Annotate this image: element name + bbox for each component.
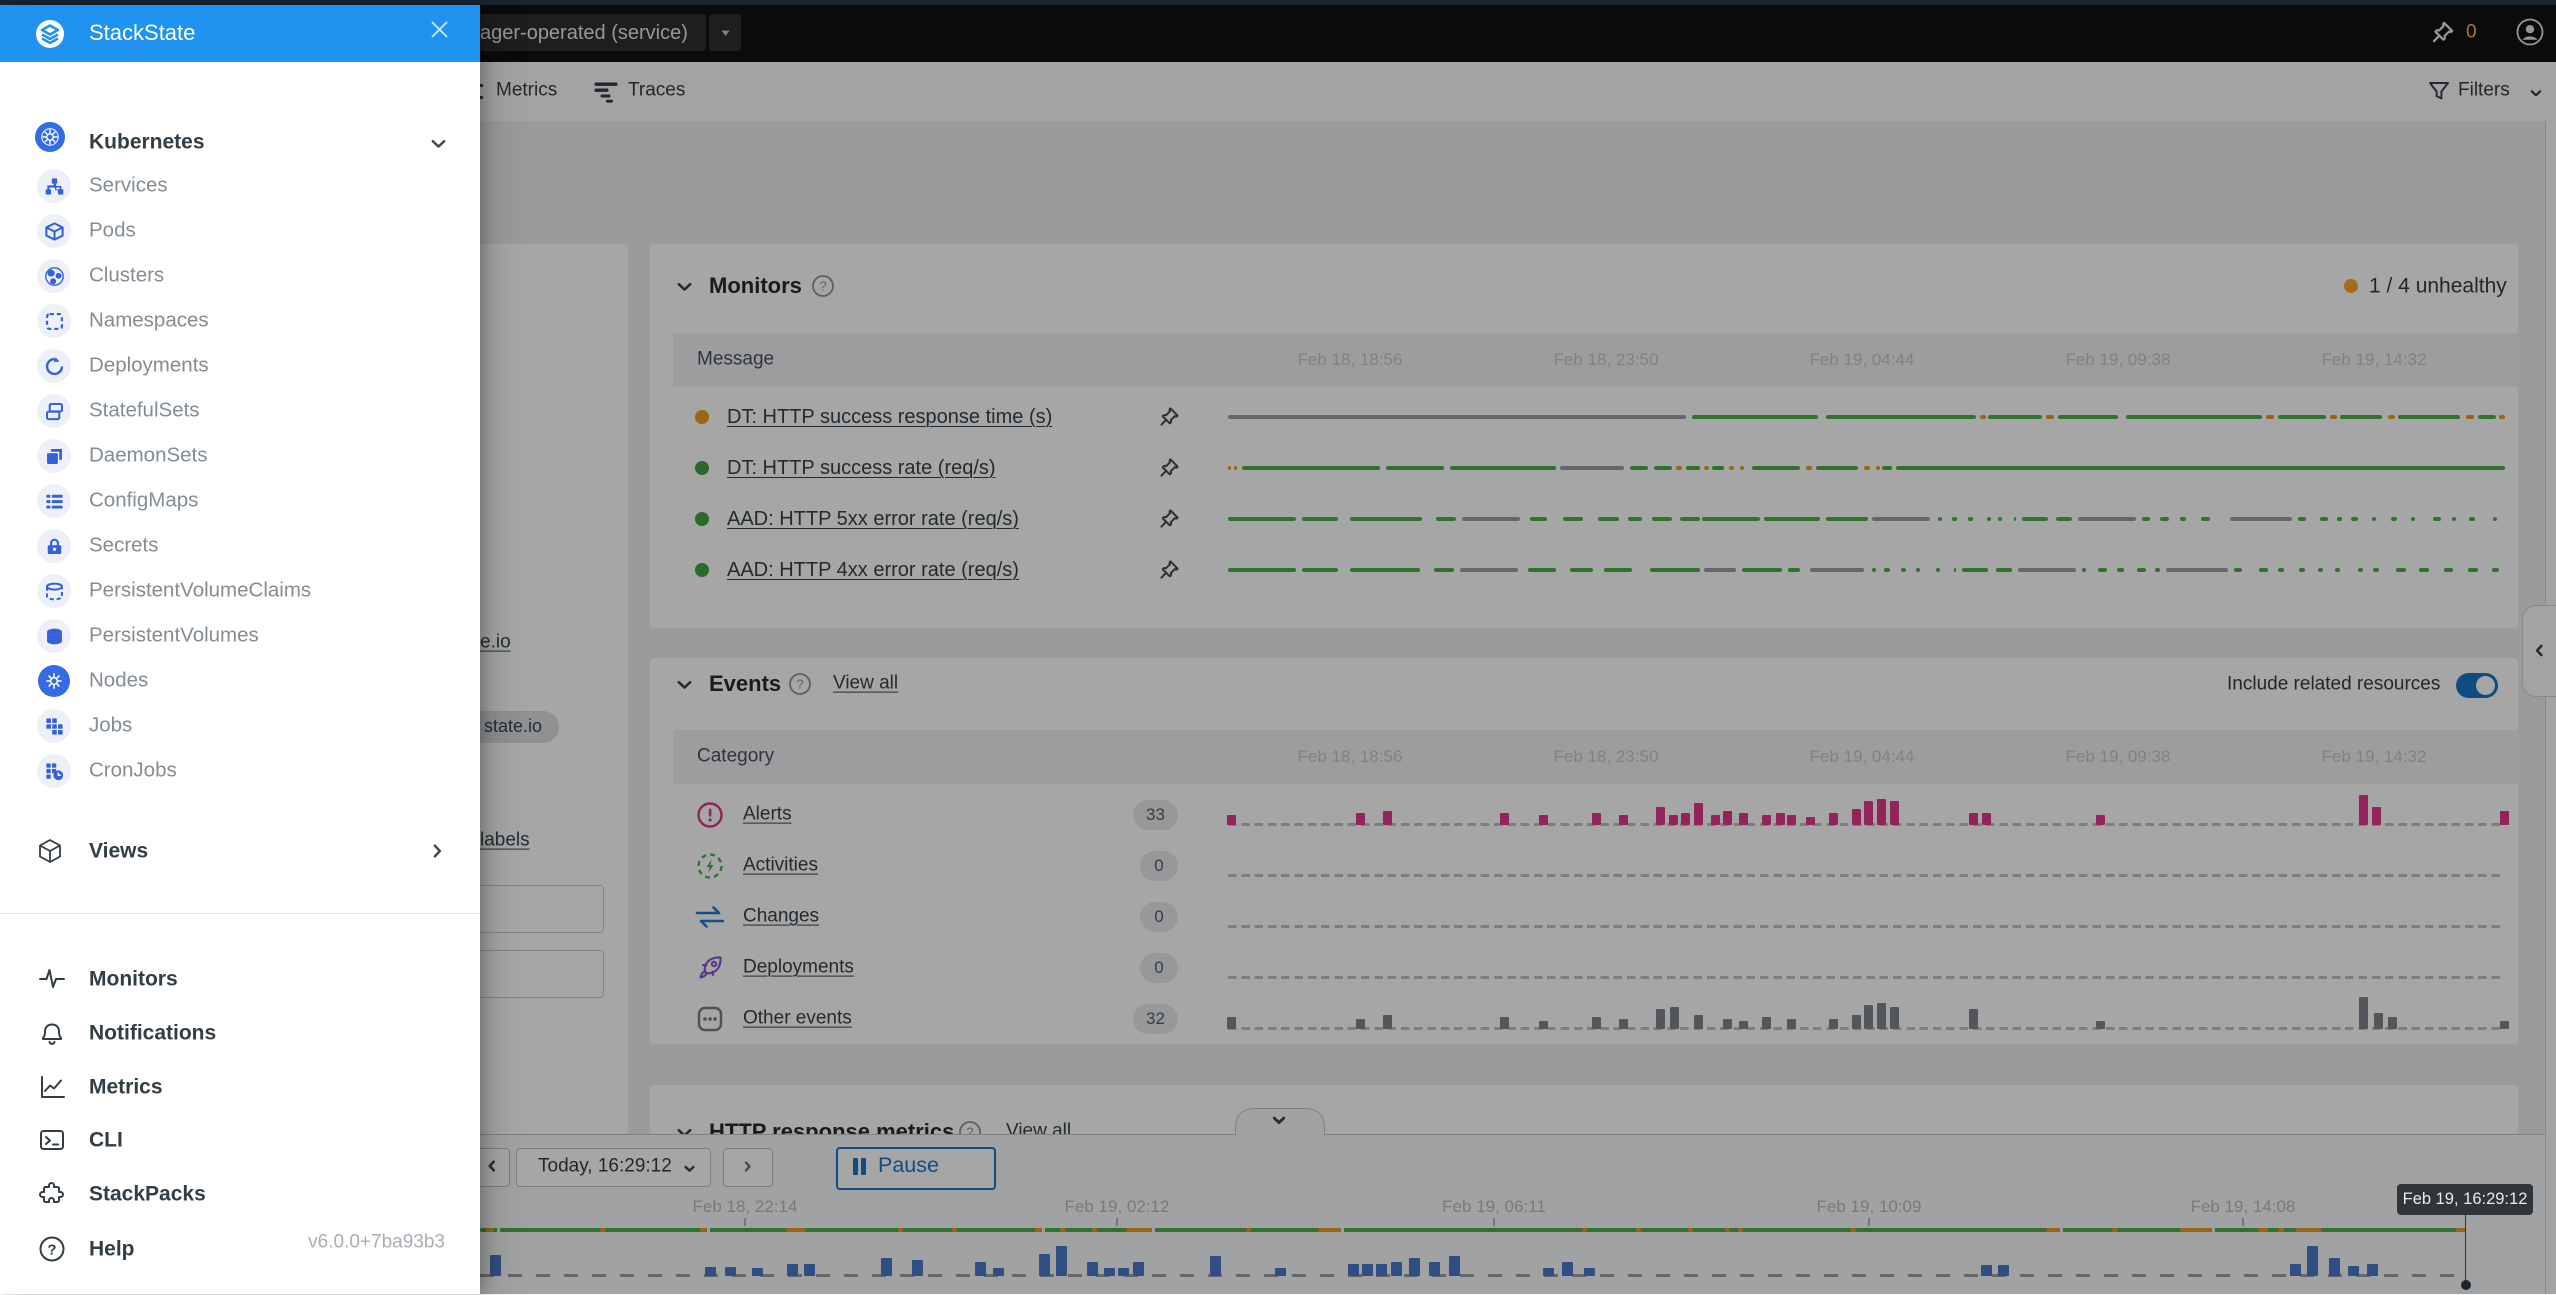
svg-text:?: ? [47,1242,56,1259]
